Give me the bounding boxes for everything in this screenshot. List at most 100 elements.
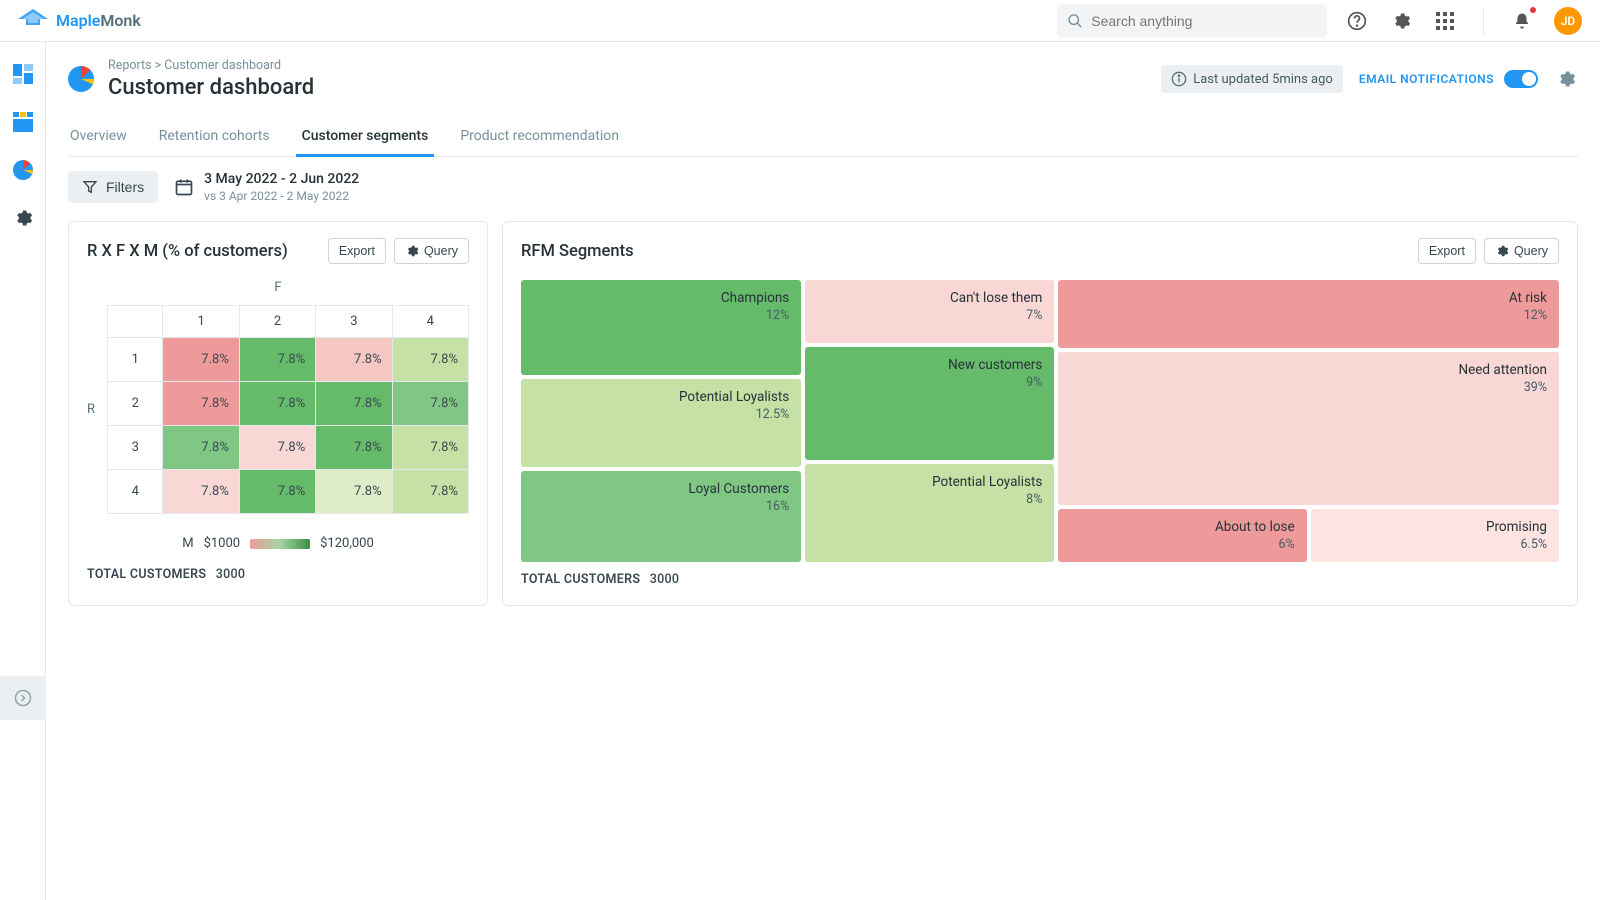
date-range-picker[interactable]: 3 May 2022 - 2 Jun 2022 vs 3 Apr 2022 - …	[174, 171, 359, 203]
heatmap-cell[interactable]: 7.8%	[239, 338, 315, 382]
treemap-cell[interactable]: New customers 9%	[805, 347, 1054, 460]
sidebar-item-reports[interactable]	[11, 158, 35, 182]
main-content: Reports > Customer dashboard Customer da…	[46, 42, 1600, 900]
gear-icon	[405, 244, 419, 258]
treemap-cell[interactable]: Promising6.5%	[1311, 509, 1559, 562]
tab-overview[interactable]: Overview	[68, 118, 129, 156]
panel-title-segments: RFM Segments	[521, 242, 634, 261]
topbar: MapleMonk JD	[0, 0, 1600, 42]
segment-percent: 6%	[1279, 537, 1295, 552]
segment-percent: 12%	[1524, 308, 1547, 323]
treemap-cell[interactable]: About to lose 6%	[1058, 509, 1306, 562]
heatmap-col-header: 4	[392, 306, 468, 338]
export-button[interactable]: Export	[328, 238, 386, 264]
user-avatar[interactable]: JD	[1554, 7, 1582, 35]
treemap-cell[interactable]: At risk 12%	[1058, 280, 1559, 348]
sidebar-item-tables[interactable]	[11, 110, 35, 134]
treemap-cell[interactable]: Loyal Customers 16%	[521, 471, 801, 562]
total-customers-label: TOTAL CUSTOMERS	[521, 572, 640, 587]
treemap-cell[interactable]: Potential Loyalists12.5%	[521, 379, 801, 467]
treemap-cell[interactable]: Need attention39%	[1058, 352, 1559, 505]
breadcrumb[interactable]: Reports > Customer dashboard	[108, 58, 314, 73]
segment-name: Loyal Customers	[688, 481, 789, 497]
heatmap-col-header: 1	[163, 306, 239, 338]
heatmap-cell[interactable]: 7.8%	[392, 382, 468, 426]
email-notif-label: EMAIL NOTIFICATIONS	[1359, 72, 1494, 86]
sidebar-item-settings[interactable]	[11, 206, 35, 230]
segment-percent: 7%	[1026, 308, 1042, 323]
help-icon[interactable]	[1345, 9, 1369, 33]
legend-max: $120,000	[320, 536, 374, 551]
heatmap-cell[interactable]: 7.8%	[316, 426, 392, 470]
segment-percent: 12.5%	[756, 407, 790, 422]
heatmap-cell[interactable]: 7.8%	[392, 470, 468, 514]
email-notifications-toggle[interactable]: EMAIL NOTIFICATIONS	[1359, 70, 1538, 88]
panel-rfm-segments: RFM Segments Export Query Champions 12% P…	[502, 221, 1578, 606]
segment-percent: 6.5%	[1521, 537, 1548, 552]
panel-title-heatmap: R X F X M (% of customers)	[87, 242, 288, 261]
total-customers-value: 3000	[216, 567, 246, 582]
segment-name: New customers	[948, 357, 1042, 373]
heatmap-f-label: F	[274, 280, 281, 295]
heatmap-cell[interactable]: 7.8%	[163, 382, 239, 426]
query-button[interactable]: Query	[1484, 238, 1559, 264]
segment-percent: 8%	[1026, 492, 1042, 507]
page-icon	[68, 66, 94, 92]
sidebar-item-dashboards[interactable]	[11, 62, 35, 86]
segment-name: Champions	[721, 290, 789, 306]
segment-name: About to lose	[1215, 519, 1295, 535]
legend-m-label: M	[182, 536, 193, 551]
heatmap-cell[interactable]: 7.8%	[316, 470, 392, 514]
heatmap-cell[interactable]: 7.8%	[163, 426, 239, 470]
heatmap-row-header: 4	[108, 470, 163, 514]
heatmap-cell[interactable]: 7.8%	[316, 382, 392, 426]
heatmap-cell[interactable]: 7.8%	[163, 338, 239, 382]
page-settings-icon[interactable]	[1554, 67, 1578, 91]
segment-name: Can't lose them	[950, 290, 1042, 306]
segment-percent: 39%	[1524, 380, 1547, 395]
legend-min: $1000	[204, 536, 241, 551]
treemap-cell[interactable]: Can't lose them 7%	[805, 280, 1054, 343]
heatmap-cell[interactable]: 7.8%	[239, 470, 315, 514]
tab-customer-segments[interactable]: Customer segments	[300, 118, 431, 156]
logo-icon	[18, 9, 48, 33]
treemap-cell[interactable]: Potential Loyalists8%	[805, 464, 1054, 562]
total-customers-value: 3000	[650, 572, 680, 587]
legend-gradient	[250, 539, 310, 549]
notifications-icon[interactable]	[1510, 9, 1534, 33]
search-box[interactable]	[1057, 4, 1327, 38]
gear-icon	[1495, 244, 1509, 258]
date-range: 3 May 2022 - 2 Jun 2022	[204, 171, 359, 187]
calendar-icon	[174, 177, 194, 197]
total-customers-label: TOTAL CUSTOMERS	[87, 567, 206, 582]
heatmap-cell[interactable]: 7.8%	[392, 338, 468, 382]
treemap-cell[interactable]: Champions 12%	[521, 280, 801, 375]
heatmap-cell[interactable]: 7.8%	[316, 338, 392, 382]
heatmap-r-label: R	[87, 402, 95, 417]
tab-product-recommendation[interactable]: Product recommendation	[458, 118, 621, 156]
logo[interactable]: MapleMonk	[18, 9, 141, 33]
segment-name: At risk	[1509, 290, 1547, 306]
segment-percent: 16%	[766, 499, 789, 514]
tab-retention-cohorts[interactable]: Retention cohorts	[157, 118, 272, 156]
page-title: Customer dashboard	[108, 75, 314, 100]
heatmap-row-header: 2	[108, 382, 163, 426]
info-icon	[1171, 71, 1187, 87]
query-button[interactable]: Query	[394, 238, 469, 264]
heatmap-row-header: 1	[108, 338, 163, 382]
search-input[interactable]	[1091, 13, 1317, 29]
segment-percent: 9%	[1026, 375, 1042, 390]
gear-icon[interactable]	[1389, 9, 1413, 33]
toggle-switch[interactable]	[1504, 70, 1538, 88]
apps-icon[interactable]	[1433, 9, 1457, 33]
heatmap-cell[interactable]: 7.8%	[392, 426, 468, 470]
sidebar-expand[interactable]	[0, 676, 46, 720]
filters-button[interactable]: Filters	[68, 171, 158, 203]
panel-rfm-heatmap: R X F X M (% of customers) Export Query …	[68, 221, 488, 606]
segment-percent: 12%	[766, 308, 789, 323]
heatmap-cell[interactable]: 7.8%	[239, 382, 315, 426]
notification-dot	[1530, 7, 1536, 13]
heatmap-cell[interactable]: 7.8%	[163, 470, 239, 514]
heatmap-cell[interactable]: 7.8%	[239, 426, 315, 470]
export-button[interactable]: Export	[1418, 238, 1476, 264]
